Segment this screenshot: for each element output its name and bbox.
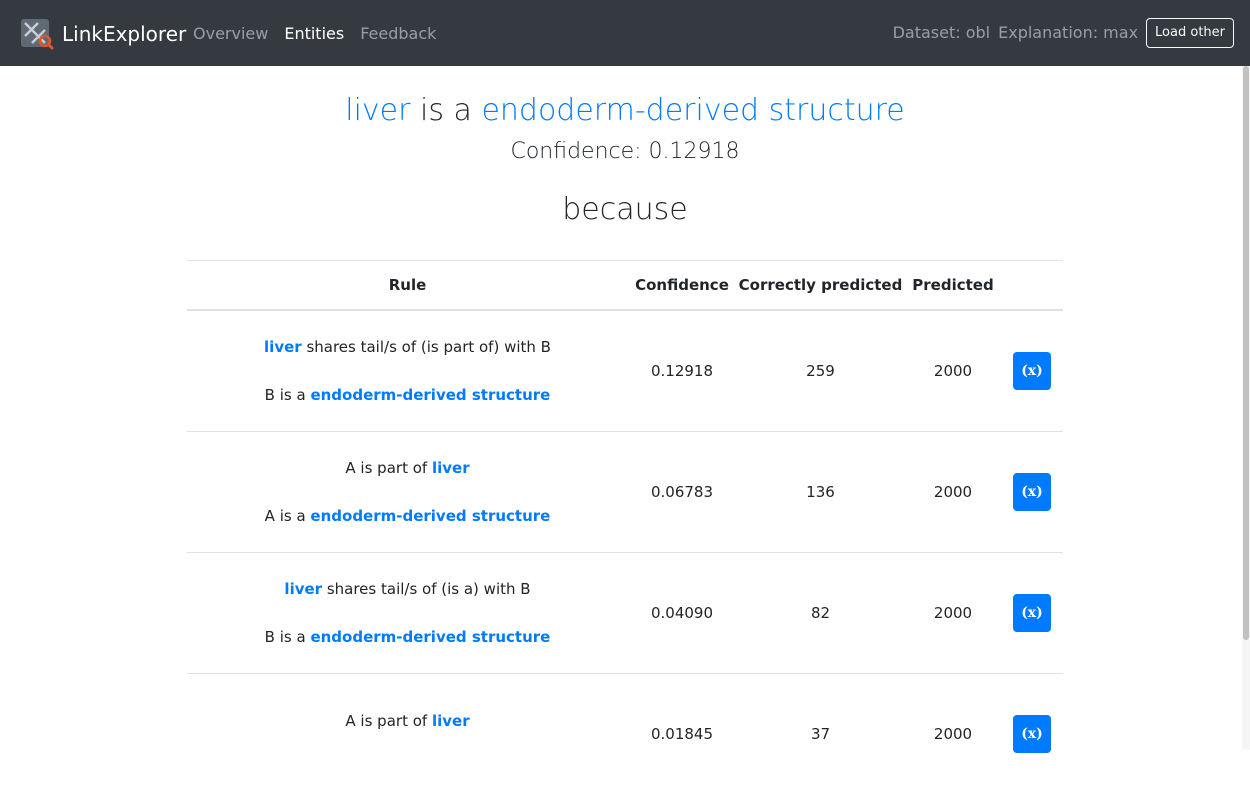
rule-cell: liver shares tail/s of (is part of) with… [187,310,628,432]
confidence-cell: 0.06783 [628,432,736,553]
table-row: liver shares tail/s of (is part of) with… [187,310,1063,432]
prediction-headline: liver is a endoderm-derived structure [0,88,1250,134]
relation-text: is a [420,93,472,128]
explain-rule-button[interactable]: (x) [1013,473,1051,511]
predicted-cell: 2000 [905,674,1001,794]
object-entity-link[interactable]: endoderm-derived structure [481,93,904,128]
action-cell: (x) [1001,432,1063,553]
rule-body-line: A is part of liver [187,457,628,479]
explanation-label: Explanation: max [998,18,1138,48]
page-scrollbar[interactable] [1242,66,1250,750]
correctly-predicted-cell: 82 [736,553,905,674]
table-header-row: Rule Confidence Correctly predicted Pred… [187,261,1063,311]
rule-cell: A is part of liver [187,674,628,794]
table-row: A is part of liver A is a endoderm-deriv… [187,432,1063,553]
header-confidence[interactable]: Confidence [628,261,736,311]
subject-entity-link[interactable]: liver [345,93,410,128]
entity-link[interactable]: endoderm-derived structure [310,507,550,525]
load-other-button[interactable]: Load other [1146,18,1234,48]
correctly-predicted-cell: 37 [736,674,905,794]
predicted-cell: 2000 [905,432,1001,553]
rule-text: shares tail/s of (is a) with B [322,580,531,598]
predicted-cell: 2000 [905,310,1001,432]
confidence-cell: 0.12918 [628,310,736,432]
nav-link-feedback[interactable]: Feedback [360,22,436,46]
rule-cell: liver shares tail/s of (is a) with B B i… [187,553,628,674]
rule-body-line: liver shares tail/s of (is part of) with… [187,336,628,358]
header-correctly-predicted[interactable]: Correctly predicted [736,261,905,311]
header-predicted[interactable]: Predicted [905,261,1001,311]
confidence-cell: 0.04090 [628,553,736,674]
header-rule[interactable]: Rule [187,261,628,311]
explain-rule-button[interactable]: (x) [1013,594,1051,632]
entity-link[interactable]: endoderm-derived structure [310,386,550,404]
header-actions [1001,261,1063,311]
entity-link[interactable]: liver [284,580,322,598]
rule-text: A is part of [345,712,432,730]
rule-head-line: B is a endoderm-derived structure [187,384,628,406]
rule-head-line: B is a endoderm-derived structure [187,626,628,648]
action-cell: (x) [1001,310,1063,432]
explain-rule-button[interactable]: (x) [1013,715,1051,753]
link-explorer-logo-icon [20,18,54,50]
table-row: A is part of liver 0.01845 37 2000 (x) [187,674,1063,794]
correctly-predicted-cell: 136 [736,432,905,553]
rule-text: B is a [265,386,311,404]
explain-rule-button[interactable]: (x) [1013,352,1051,390]
entity-link[interactable]: liver [264,338,302,356]
rules-table: Rule Confidence Correctly predicted Pred… [187,260,1063,794]
nav-link-overview[interactable]: Overview [193,22,268,46]
entity-link[interactable]: endoderm-derived structure [310,628,550,646]
predicted-cell: 2000 [905,553,1001,674]
prediction-confidence: Confidence: 0.12918 [0,137,1250,167]
nav-right: Dataset: obl Explanation: max Load other [893,18,1234,48]
table-row: liver shares tail/s of (is a) with B B i… [187,553,1063,674]
rule-text: shares tail/s of (is part of) with B [302,338,551,356]
entity-link[interactable]: liver [432,459,470,477]
confidence-cell: 0.01845 [628,674,736,794]
rule-body-line: liver shares tail/s of (is a) with B [187,578,628,600]
rule-text: B is a [265,628,311,646]
correctly-predicted-cell: 259 [736,310,905,432]
rule-cell: A is part of liver A is a endoderm-deriv… [187,432,628,553]
top-navbar: LinkExplorer Overview Entities Feedback … [0,0,1250,66]
because-heading: because [0,190,1250,230]
rule-text: A is part of [345,459,432,477]
brand[interactable]: LinkExplorer [20,18,186,50]
rule-text: A is a [265,507,311,525]
nav-link-entities[interactable]: Entities [284,22,344,46]
rule-body-line: A is part of liver [187,710,628,732]
entity-link[interactable]: liver [432,712,470,730]
nav-links: Overview Entities Feedback [193,22,452,46]
brand-name: LinkExplorer [62,18,186,50]
action-cell: (x) [1001,674,1063,794]
dataset-label: Dataset: obl [893,18,991,48]
action-cell: (x) [1001,553,1063,674]
rule-head-line: A is a endoderm-derived structure [187,505,628,527]
